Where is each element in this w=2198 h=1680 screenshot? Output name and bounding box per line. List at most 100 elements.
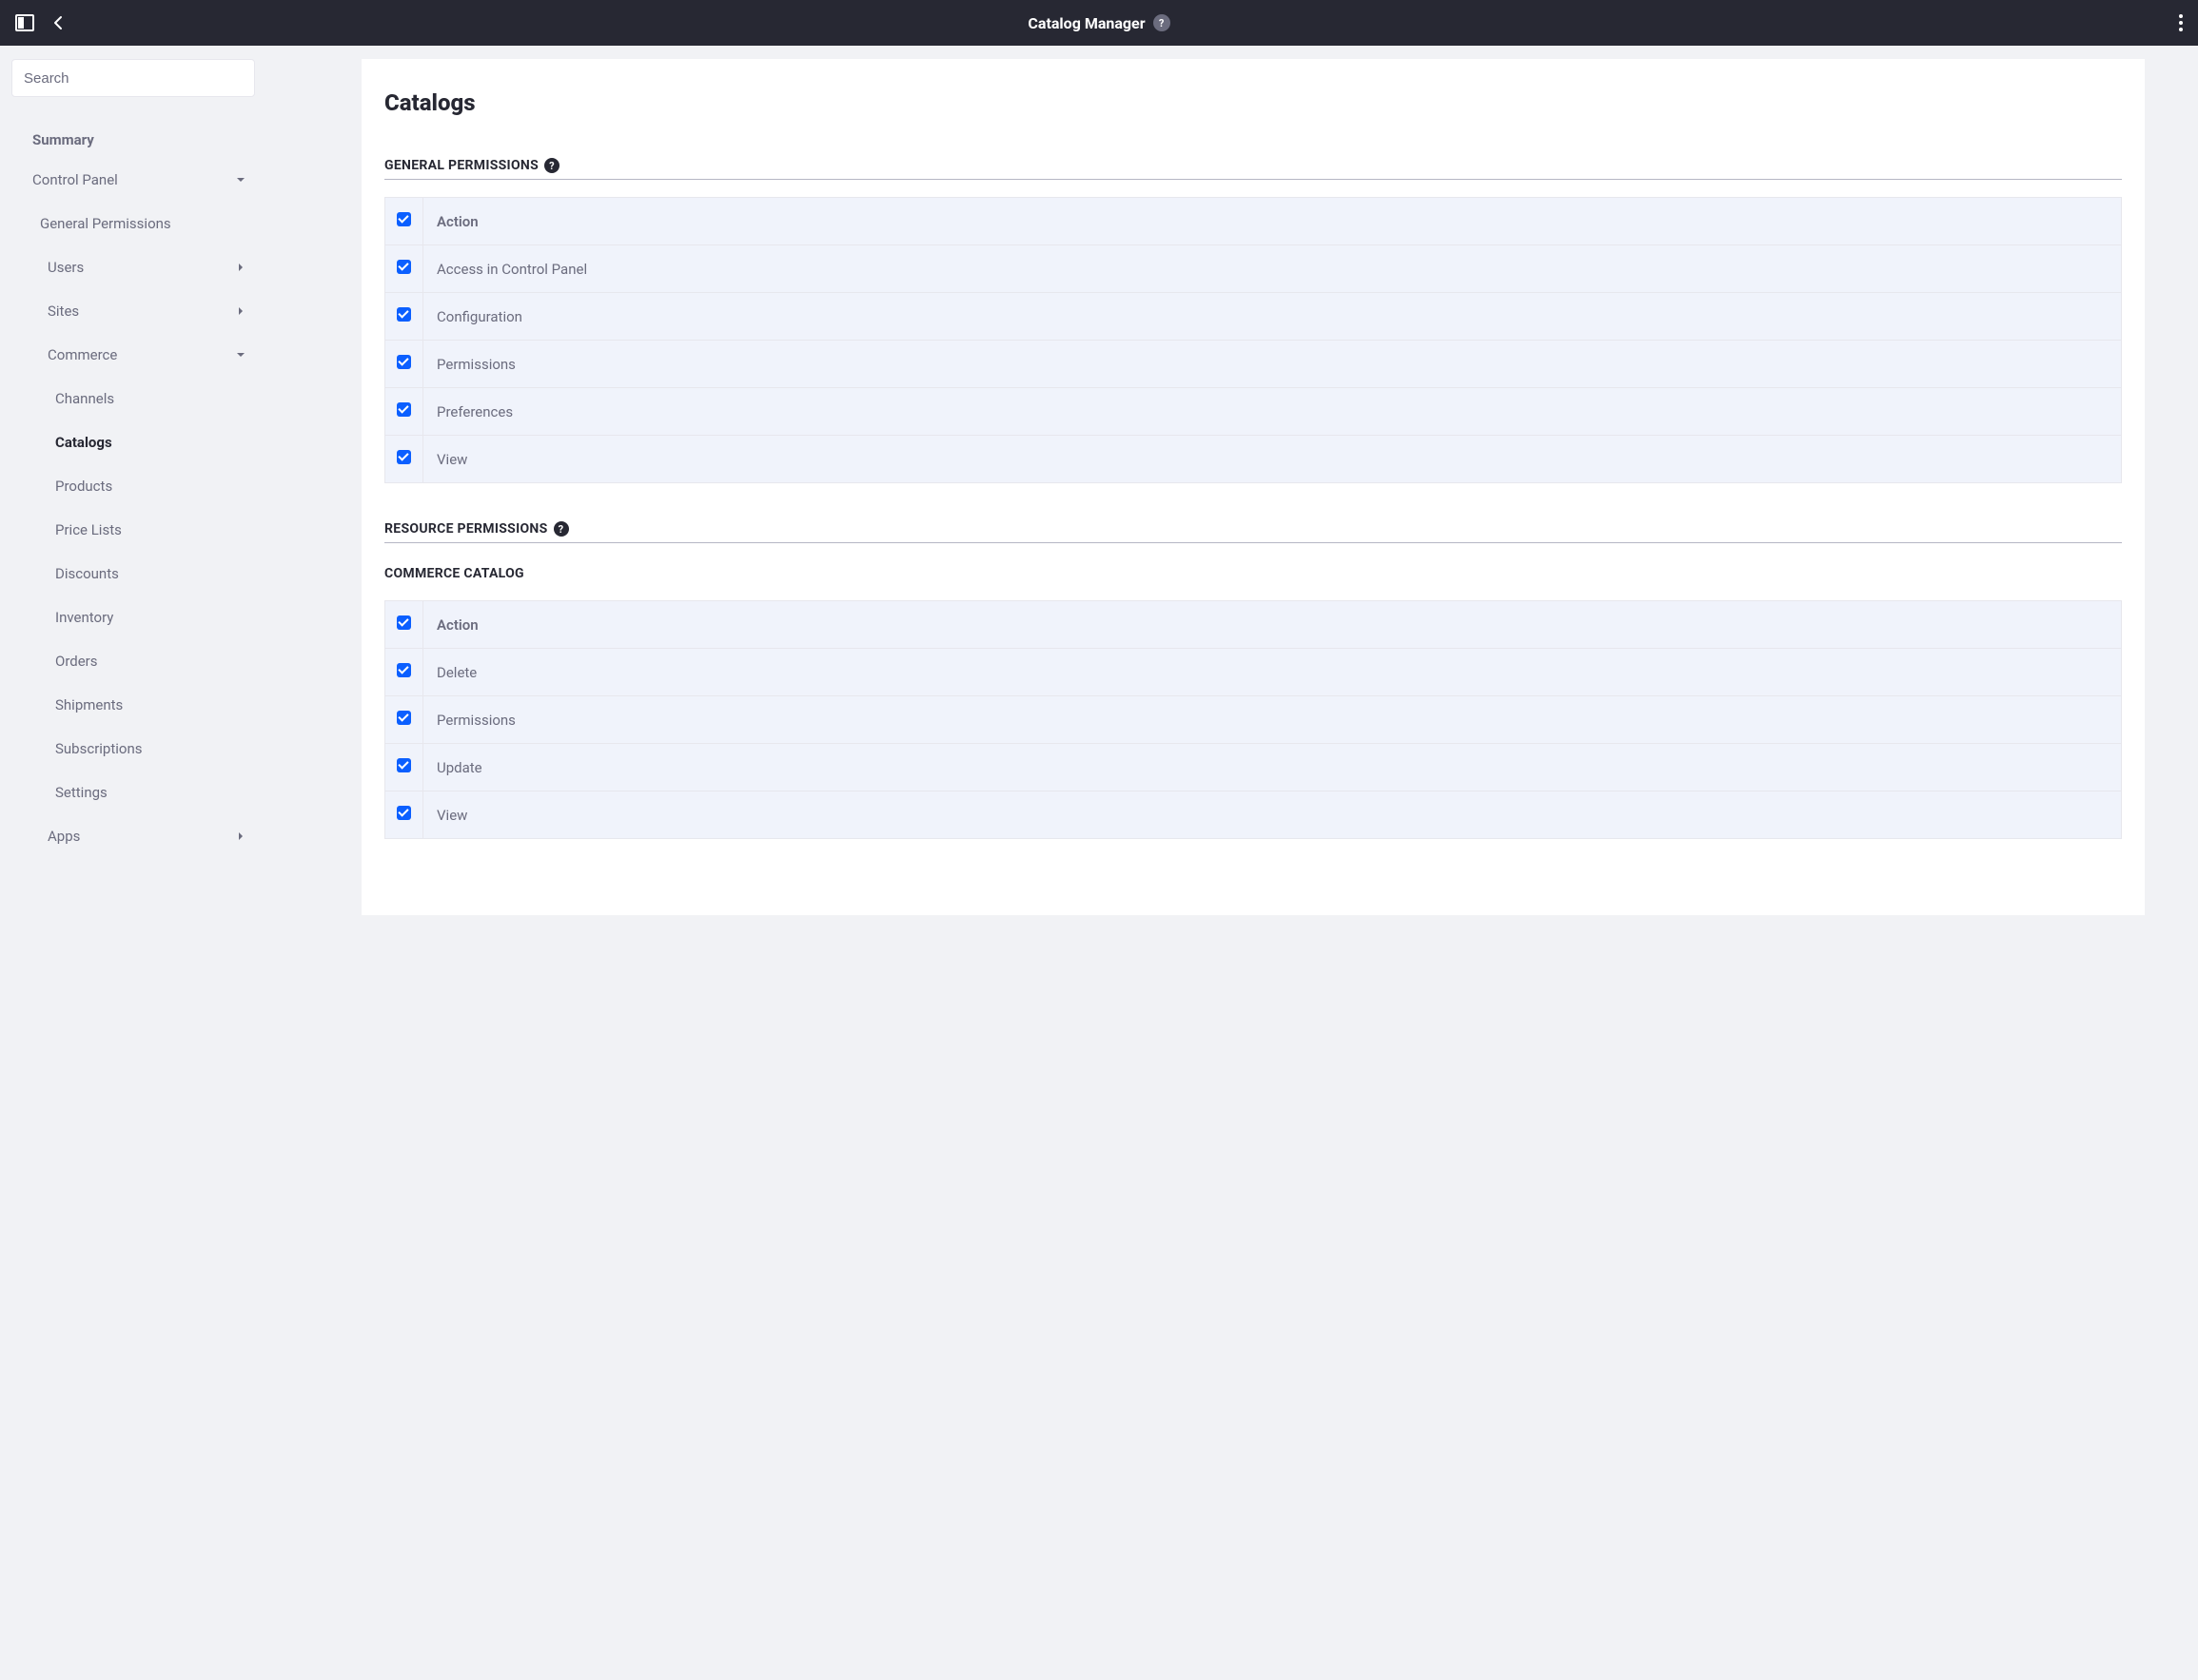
chevron-right-icon: [236, 306, 245, 316]
permission-checkbox[interactable]: [397, 758, 411, 772]
sidebar-item[interactable]: Settings: [0, 771, 266, 814]
sidebar-item-label: Shipments: [55, 696, 123, 713]
sidebar-item-label: Inventory: [55, 609, 113, 626]
resource-permissions-header-label: RESOURCE PERMISSIONS: [384, 521, 548, 537]
table-header-row: Action: [385, 198, 2122, 245]
sidebar-summary[interactable]: Summary: [0, 105, 266, 158]
sidebar-item[interactable]: Shipments: [0, 683, 266, 727]
sidebar-item-label: Sites: [48, 303, 79, 320]
sidebar-item[interactable]: Inventory: [0, 596, 266, 639]
table-row: Permissions: [385, 341, 2122, 388]
resource-permissions-table: ActionDeletePermissionsUpdateView: [384, 600, 2122, 839]
page-title: Catalog Manager: [1028, 14, 1145, 32]
permission-checkbox[interactable]: [397, 307, 411, 322]
permission-label: Update: [423, 744, 2122, 791]
search-input[interactable]: [11, 59, 255, 97]
permission-label: Configuration: [423, 293, 2122, 341]
sidebar-item-label: Apps: [48, 828, 80, 845]
kebab-menu-icon[interactable]: [2179, 14, 2183, 31]
table-row: View: [385, 791, 2122, 839]
checkbox-cell: [385, 696, 423, 744]
sidebar-item[interactable]: Subscriptions: [0, 727, 266, 771]
checkbox-cell: [385, 744, 423, 791]
sidebar: Summary Control Panel General Permissions…: [0, 46, 266, 1680]
sidebar-nav: Control Panel General Permissions Users Sit…: [0, 158, 266, 858]
layout: Summary Control Panel General Permissions…: [0, 46, 2198, 1680]
permission-label: Access in Control Panel: [423, 245, 2122, 293]
sidebar-item[interactable]: Channels: [0, 377, 266, 420]
select-all-checkbox[interactable]: [397, 212, 411, 226]
permission-checkbox[interactable]: [397, 663, 411, 677]
permission-checkbox[interactable]: [397, 806, 411, 820]
table-row: Preferences: [385, 388, 2122, 436]
sidebar-item-label: Discounts: [55, 565, 119, 582]
sidebar-item-label: Price Lists: [55, 521, 122, 538]
sidebar-item-label: Control Panel: [32, 171, 118, 188]
table-row: Update: [385, 744, 2122, 791]
sidebar-item[interactable]: General Permissions: [0, 202, 266, 245]
checkbox-cell: [385, 388, 423, 436]
search-wrap: [0, 59, 266, 105]
checkbox-cell: [385, 245, 423, 293]
help-icon[interactable]: ?: [544, 158, 559, 173]
topbar-left: [15, 14, 67, 31]
topbar-center: Catalog Manager ?: [0, 14, 2198, 32]
permission-checkbox[interactable]: [397, 450, 411, 464]
checkbox-cell: [385, 436, 423, 483]
general-permissions-header-label: GENERAL PERMISSIONS: [384, 158, 539, 173]
permission-checkbox[interactable]: [397, 355, 411, 369]
select-all-cell: [385, 601, 423, 649]
table-row: Delete: [385, 649, 2122, 696]
panel-title: Catalogs: [384, 89, 2122, 116]
chevron-down-icon: [236, 350, 245, 360]
checkbox-cell: [385, 293, 423, 341]
help-icon[interactable]: ?: [554, 521, 569, 537]
sidebar-item[interactable]: Catalogs: [0, 420, 266, 464]
sidebar-item[interactable]: Control Panel: [0, 158, 266, 202]
permission-checkbox[interactable]: [397, 260, 411, 274]
table-row: Access in Control Panel: [385, 245, 2122, 293]
sidebar-item[interactable]: Users: [0, 245, 266, 289]
chevron-right-icon: [236, 263, 245, 272]
general-permissions-table: ActionAccess in Control PanelConfigurati…: [384, 197, 2122, 483]
select-all-checkbox[interactable]: [397, 615, 411, 630]
sidebar-item[interactable]: Commerce: [0, 333, 266, 377]
permission-label: Permissions: [423, 696, 2122, 744]
resource-permissions-header: RESOURCE PERMISSIONS ?: [384, 521, 2122, 543]
table-header-row: Action: [385, 601, 2122, 649]
permission-label: Delete: [423, 649, 2122, 696]
back-icon[interactable]: [51, 15, 67, 30]
table-row: Permissions: [385, 696, 2122, 744]
sidebar-item[interactable]: Products: [0, 464, 266, 508]
sidebar-item-label: Products: [55, 478, 112, 495]
help-icon[interactable]: ?: [1153, 14, 1170, 31]
sidebar-item-label: Orders: [55, 653, 98, 670]
sidebar-item[interactable]: Sites: [0, 289, 266, 333]
topbar-right: [2179, 14, 2183, 31]
permission-checkbox[interactable]: [397, 402, 411, 417]
checkbox-cell: [385, 341, 423, 388]
permission-label: View: [423, 436, 2122, 483]
select-all-cell: [385, 198, 423, 245]
sidebar-item-label: Catalogs: [55, 434, 112, 451]
sidebar-item-label: Channels: [55, 390, 114, 407]
permission-label: Preferences: [423, 388, 2122, 436]
main: Catalogs GENERAL PERMISSIONS ? ActionAcc…: [266, 46, 2198, 1680]
chevron-right-icon: [236, 831, 245, 841]
panel-toggle-icon[interactable]: [15, 14, 34, 31]
sidebar-item[interactable]: Apps: [0, 814, 266, 858]
sidebar-item[interactable]: Price Lists: [0, 508, 266, 552]
sidebar-item-label: General Permissions: [40, 215, 171, 232]
permission-checkbox[interactable]: [397, 711, 411, 725]
resource-subsection-header: COMMERCE CATALOG: [384, 566, 2122, 581]
general-permissions-header: GENERAL PERMISSIONS ?: [384, 158, 2122, 180]
sidebar-item[interactable]: Orders: [0, 639, 266, 683]
sidebar-item-label: Settings: [55, 784, 108, 801]
table-header-label: Action: [423, 601, 2122, 649]
chevron-down-icon: [236, 175, 245, 185]
sidebar-item-label: Commerce: [48, 346, 117, 363]
table-row: Configuration: [385, 293, 2122, 341]
sidebar-item-label: Users: [48, 259, 84, 276]
panel: Catalogs GENERAL PERMISSIONS ? ActionAcc…: [362, 59, 2145, 915]
sidebar-item[interactable]: Discounts: [0, 552, 266, 596]
